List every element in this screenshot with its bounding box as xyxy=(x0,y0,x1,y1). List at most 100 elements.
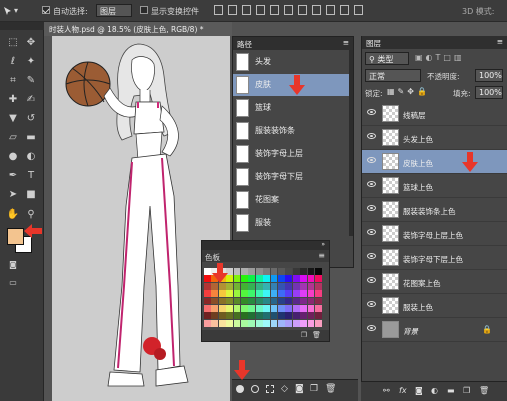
swatch[interactable] xyxy=(315,319,322,327)
swatch[interactable] xyxy=(241,297,248,305)
auto-select-dropdown[interactable]: 图层 xyxy=(96,4,132,17)
blur-icon[interactable]: ● xyxy=(6,150,20,164)
path-row[interactable]: 服装 xyxy=(233,212,351,234)
swatch[interactable] xyxy=(292,282,300,290)
zoom-icon[interactable]: ⚲ xyxy=(24,208,38,222)
swatch[interactable] xyxy=(278,282,285,290)
swatch[interactable] xyxy=(248,297,256,305)
healing-icon[interactable]: ✚ xyxy=(6,93,20,107)
swatch[interactable] xyxy=(204,297,211,305)
gradient-icon[interactable]: ▬ xyxy=(24,131,38,145)
swatch[interactable] xyxy=(263,268,270,275)
swatch[interactable] xyxy=(292,268,300,275)
swatch[interactable] xyxy=(241,305,248,312)
layers-panel-header[interactable]: 图层 ≡ xyxy=(362,36,507,49)
swatch[interactable] xyxy=(218,297,226,305)
swatch[interactable] xyxy=(233,319,241,327)
swatch[interactable] xyxy=(241,319,248,327)
layer-row-selected[interactable]: 皮肤上色 xyxy=(362,150,507,174)
swatch[interactable] xyxy=(233,282,241,290)
swatch[interactable] xyxy=(300,297,307,305)
swatch[interactable] xyxy=(278,297,285,305)
swatch[interactable] xyxy=(292,290,300,297)
swatch[interactable] xyxy=(270,268,278,275)
distribute-top-icon[interactable] xyxy=(298,5,307,15)
swatch[interactable] xyxy=(255,297,263,305)
swatch[interactable] xyxy=(255,290,263,297)
paths-panel-header[interactable]: 路径 ≡ xyxy=(233,37,353,50)
stroke-path-icon[interactable] xyxy=(251,385,259,393)
swatch[interactable] xyxy=(211,282,219,290)
swatch[interactable] xyxy=(204,312,211,320)
swatch[interactable] xyxy=(211,319,219,327)
swatch[interactable] xyxy=(307,305,315,312)
path-row[interactable]: 篮球 xyxy=(233,97,351,119)
layer-row[interactable]: 花图案上色 xyxy=(362,270,507,294)
load-selection-icon[interactable] xyxy=(266,385,274,393)
path-row[interactable]: 服装装饰条 xyxy=(233,120,351,142)
pen-icon[interactable]: ✒ xyxy=(6,169,20,183)
swatch[interactable] xyxy=(241,312,248,320)
panel-menu-icon[interactable]: ≡ xyxy=(318,251,325,260)
swatch[interactable] xyxy=(263,312,270,320)
panel-menu-icon[interactable]: ≡ xyxy=(497,37,503,46)
distribute-right-icon[interactable] xyxy=(354,5,363,15)
swatch[interactable] xyxy=(233,268,241,275)
distribute-left-icon[interactable] xyxy=(340,5,349,15)
new-swatch-icon[interactable]: ❐ xyxy=(301,331,307,339)
opacity-input[interactable]: 100% xyxy=(475,69,503,82)
align-middle-icon[interactable] xyxy=(228,5,237,15)
swatch[interactable] xyxy=(233,312,241,320)
swatch[interactable] xyxy=(248,312,256,320)
lock-icons[interactable]: ▦✎✥🔒 xyxy=(387,87,430,96)
layer-row[interactable]: 头发上色 xyxy=(362,126,507,150)
shape-icon[interactable]: ■ xyxy=(24,188,38,202)
link-layers-icon[interactable]: ⚯ xyxy=(383,386,390,395)
marquee-icon[interactable]: ⬚ xyxy=(6,36,20,50)
swatch[interactable] xyxy=(204,275,211,283)
swatch[interactable] xyxy=(285,305,293,312)
swatch[interactable] xyxy=(270,305,278,312)
swatch[interactable] xyxy=(233,275,241,283)
swatch[interactable] xyxy=(300,305,307,312)
show-transform-checkbox[interactable] xyxy=(140,6,148,14)
swatch[interactable] xyxy=(315,275,322,283)
swatch[interactable] xyxy=(226,297,233,305)
swatch[interactable] xyxy=(285,297,293,305)
swatch[interactable] xyxy=(211,297,219,305)
swatch[interactable] xyxy=(307,282,315,290)
swatch[interactable] xyxy=(278,290,285,297)
swatch[interactable] xyxy=(292,297,300,305)
dropdown-caret[interactable]: ▾ xyxy=(14,6,18,15)
align-center-icon[interactable] xyxy=(270,5,279,15)
layer-row[interactable]: 篮球上色 xyxy=(362,174,507,198)
swatch[interactable] xyxy=(315,312,322,320)
swatch[interactable] xyxy=(300,268,307,275)
swatch[interactable] xyxy=(263,275,270,283)
align-top-icon[interactable] xyxy=(214,5,223,15)
swatch[interactable] xyxy=(241,282,248,290)
swatch[interactable] xyxy=(226,290,233,297)
hand-icon[interactable]: ✋ xyxy=(6,208,20,222)
swatch[interactable] xyxy=(204,282,211,290)
swatch[interactable] xyxy=(307,268,315,275)
swatch[interactable] xyxy=(241,268,248,275)
swatch[interactable] xyxy=(255,305,263,312)
swatch[interactable] xyxy=(248,282,256,290)
lasso-icon[interactable]: ℓ xyxy=(6,55,20,69)
magic-wand-icon[interactable]: ✦ xyxy=(24,55,38,69)
auto-select-checkbox[interactable] xyxy=(42,6,50,14)
swatch[interactable] xyxy=(204,319,211,327)
swatch[interactable] xyxy=(300,275,307,283)
swatch[interactable] xyxy=(226,319,233,327)
blend-mode-dropdown[interactable]: 正常 xyxy=(365,69,421,82)
new-path-icon[interactable]: ❐ xyxy=(310,384,318,394)
collapse-icon[interactable]: » xyxy=(321,241,325,248)
swatch[interactable] xyxy=(307,275,315,283)
swatch[interactable] xyxy=(285,268,293,275)
swatch[interactable] xyxy=(270,290,278,297)
swatch[interactable] xyxy=(248,305,256,312)
path-row[interactable]: 头发 xyxy=(233,51,351,73)
trash-icon[interactable]: 🗑 xyxy=(312,331,321,339)
add-mask-icon[interactable]: ◙ xyxy=(295,384,304,394)
